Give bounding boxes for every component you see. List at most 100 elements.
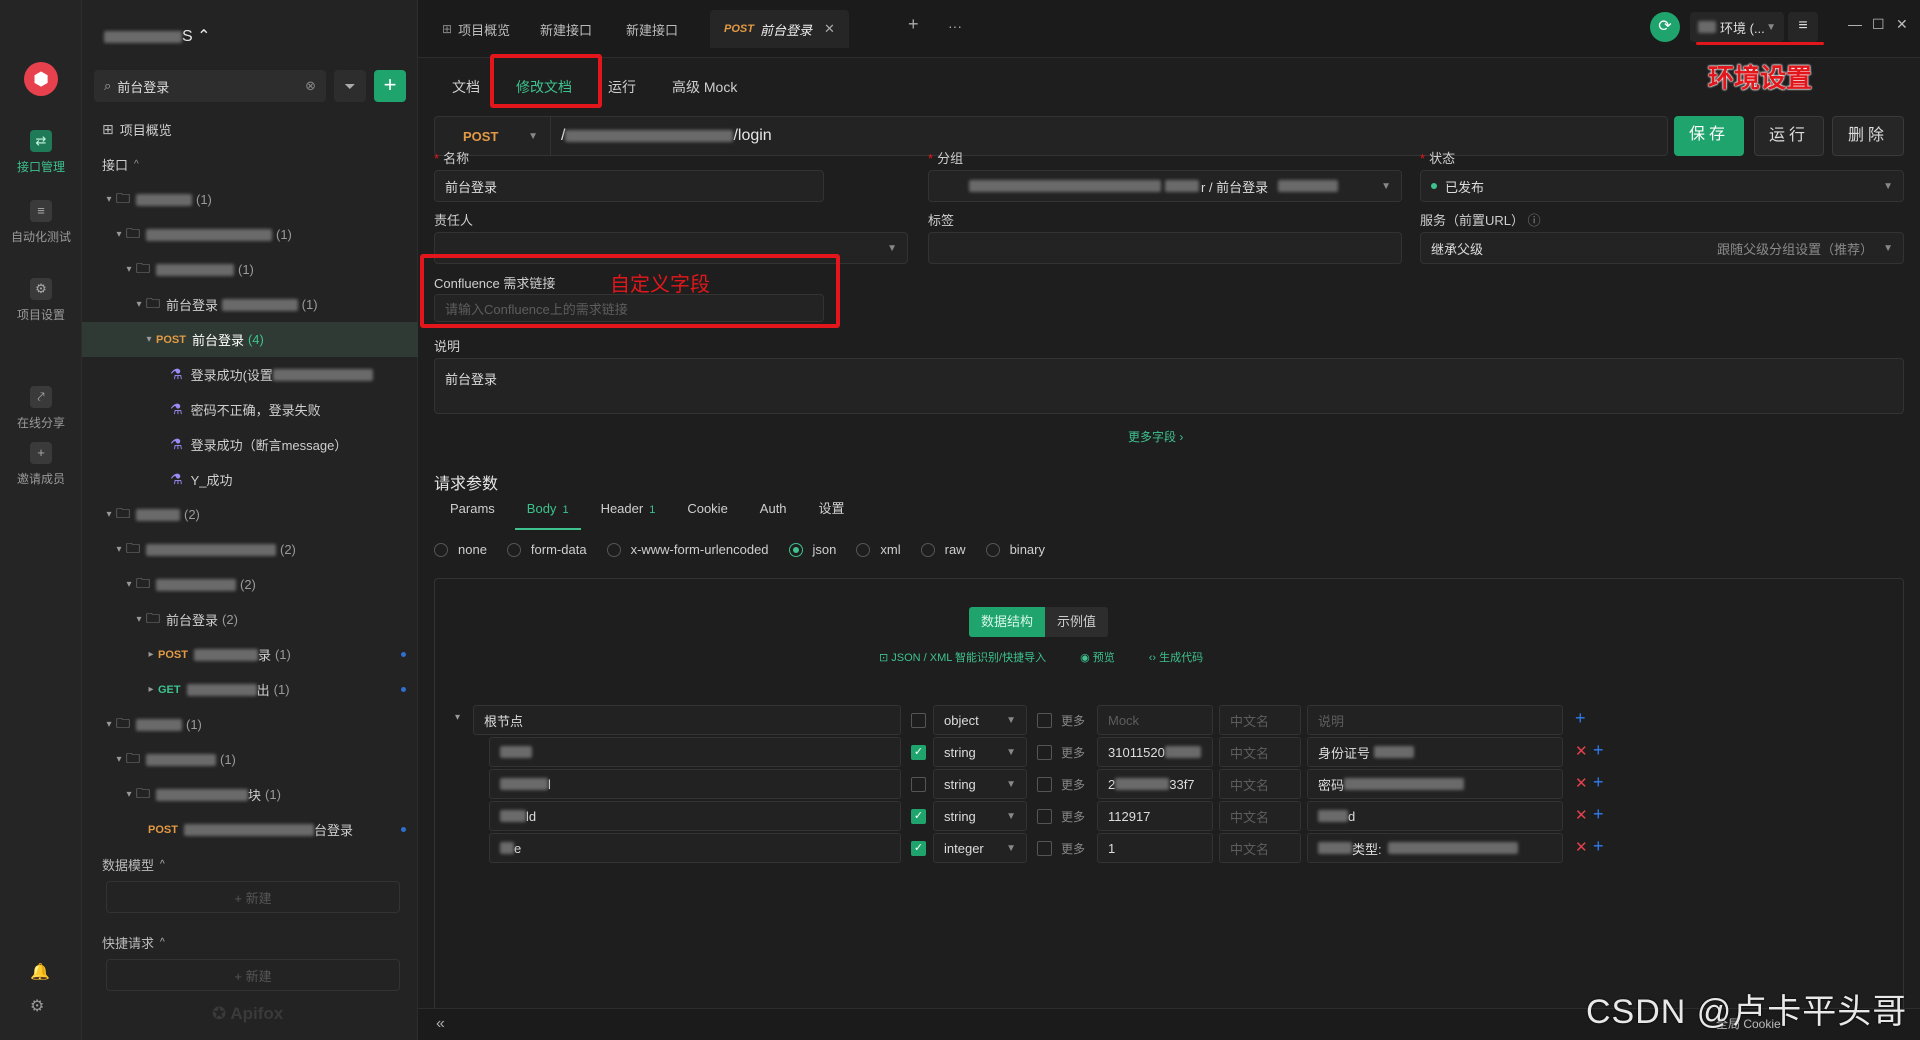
status-select[interactable]: 已发布 ▼ <box>1420 170 1904 202</box>
service-select[interactable]: 继承父级 跟随父级分组设置（推荐） ▼ <box>1420 232 1904 264</box>
confluence-input[interactable]: 请输入Confluence上的需求链接 <box>434 294 824 322</box>
tags-input[interactable] <box>928 232 1402 264</box>
tree-folder[interactable]: ▾ 🗀 (2) <box>82 497 418 532</box>
tree-folder[interactable]: ▾ 🗀 (1) <box>82 182 418 217</box>
nullable-checkbox[interactable] <box>1037 745 1052 760</box>
field-name-input[interactable]: ld <box>489 801 901 831</box>
owner-select[interactable]: ▼ <box>434 232 908 264</box>
tab-header[interactable]: Header 1 <box>585 488 672 530</box>
desc-input[interactable]: d <box>1307 801 1563 831</box>
rail-item-invite[interactable]: + 邀请成员 <box>0 442 82 487</box>
rail-item-share[interactable]: ⤤ 在线分享 <box>0 386 82 431</box>
tab-new-api-2[interactable]: 新建接口 <box>612 10 692 48</box>
collapse-sidebar-icon[interactable]: « <box>436 1015 445 1033</box>
field-name-input[interactable]: l <box>489 769 901 799</box>
tree-item-case[interactable]: ⚗ Y_成功 <box>82 462 418 497</box>
tab-edit-doc[interactable]: 修改文档 <box>498 64 590 110</box>
save-button[interactable]: 保存 <box>1674 116 1744 156</box>
add-plus-icon[interactable]: + <box>1593 772 1604 793</box>
new-quick-request-button[interactable]: + 新建 <box>106 959 400 991</box>
type-select[interactable]: string ▼ <box>933 769 1027 799</box>
tree-folder[interactable]: ▾ 🗀 前台登录 (1) <box>82 287 418 322</box>
new-data-model-button[interactable]: + 新建 <box>106 881 400 913</box>
rail-item-settings[interactable]: ⚙ 项目设置 <box>0 278 82 323</box>
radio-urlencoded[interactable]: x-www-form-urlencoded <box>606 542 769 557</box>
rail-item-api[interactable]: ⇄ 接口管理 <box>0 130 82 175</box>
clear-icon[interactable]: ⊗ <box>305 78 316 94</box>
more-label[interactable]: 更多 <box>1061 712 1085 729</box>
tree-section-api[interactable]: 接口 ^ <box>82 147 418 182</box>
more-label[interactable]: 更多 <box>1061 808 1085 825</box>
more-label[interactable]: 更多 <box>1061 744 1085 761</box>
radio-none[interactable]: none <box>434 542 487 557</box>
section-data-model[interactable]: 数据模型 ^ <box>82 847 418 881</box>
add-child-plus-icon[interactable]: + <box>1575 708 1586 729</box>
field-name-input[interactable]: 根节点 <box>473 705 901 735</box>
codegen-tool[interactable]: ‹› 生成代码 <box>1149 649 1203 665</box>
group-select[interactable]: r / 前台登录 ▼ <box>928 170 1402 202</box>
mock-input[interactable]: Mock <box>1097 705 1213 735</box>
tree-folder[interactable]: ▾ 🗀 前台登录 (2) <box>82 602 418 637</box>
tree-folder[interactable]: ▾ 🗀 (1) <box>82 217 418 252</box>
bell-icon[interactable]: 🔔 <box>30 962 50 982</box>
required-checkbox[interactable]: ✓ <box>911 809 926 824</box>
mock-input[interactable]: 1 <box>1097 833 1213 863</box>
url-input[interactable]: //login <box>551 127 772 145</box>
delete-x-icon[interactable]: ✕ <box>1575 838 1588 856</box>
project-switcher[interactable]: S ⌃ <box>104 26 211 46</box>
tree-folder[interactable]: ▾ 🗀 (1) <box>82 707 418 742</box>
nullable-checkbox[interactable] <box>1037 841 1052 856</box>
add-button[interactable]: + <box>374 70 406 102</box>
nullable-checkbox[interactable] <box>1037 713 1052 728</box>
maximize-icon[interactable]: ☐ <box>1872 16 1885 33</box>
tab-doc[interactable]: 文档 <box>434 64 498 110</box>
tab-overview[interactable]: ⊞ 项目概览 <box>428 10 524 48</box>
preview-tool[interactable]: ◉ 预览 <box>1080 649 1115 665</box>
tree-item-endpoint[interactable]: ▸ GET 出 (1) <box>82 672 418 707</box>
tree-folder[interactable]: ▾ 🗀 (2) <box>82 532 418 567</box>
cn-name-input[interactable]: 中文名 <box>1219 769 1301 799</box>
tree-folder[interactable]: ▾ 🗀 (1) <box>82 252 418 287</box>
tab-post-login[interactable]: POST 前台登录 ✕ <box>710 10 849 48</box>
desc-input[interactable]: 身份证号 <box>1307 737 1563 767</box>
required-checkbox[interactable]: ✓ <box>911 841 926 856</box>
tree-item-endpoint[interactable]: POST 台登录 <box>82 812 418 847</box>
radio-binary[interactable]: binary <box>985 542 1045 557</box>
required-checkbox[interactable] <box>911 777 926 792</box>
search-input[interactable]: ⌕ 前台登录 ⊗ <box>94 70 326 102</box>
seg-example[interactable]: 示例值 <box>1045 607 1109 637</box>
tab-run[interactable]: 运行 <box>590 64 654 110</box>
run-button[interactable]: 运行 <box>1754 116 1824 156</box>
cn-name-input[interactable]: 中文名 <box>1219 833 1301 863</box>
add-plus-icon[interactable]: + <box>1593 836 1604 857</box>
tab-advanced-mock[interactable]: 高级 Mock <box>654 64 755 110</box>
mock-input[interactable]: 31011520 <box>1097 737 1213 767</box>
tab-params[interactable]: Params <box>434 488 511 530</box>
required-checkbox[interactable]: ✓ <box>911 745 926 760</box>
field-name-input[interactable]: e <box>489 833 901 863</box>
cn-name-input[interactable]: 中文名 <box>1219 737 1301 767</box>
desc-input[interactable]: 说明 <box>1307 705 1563 735</box>
mock-input[interactable]: 112917 <box>1097 801 1213 831</box>
cn-name-input[interactable]: 中文名 <box>1219 801 1301 831</box>
tree-item-case[interactable]: ⚗ 密码不正确，登录失败 <box>82 392 418 427</box>
field-name-input[interactable] <box>489 737 901 767</box>
new-tab-plus-icon[interactable]: + <box>908 14 919 35</box>
delete-x-icon[interactable]: ✕ <box>1575 742 1588 760</box>
window-close-icon[interactable]: ✕ <box>1896 16 1908 33</box>
delete-x-icon[interactable]: ✕ <box>1575 774 1588 792</box>
tree-item-case[interactable]: ⚗ 登录成功（断言message） <box>82 427 418 462</box>
tree-folder[interactable]: ▾ 🗀 块 (1) <box>82 777 418 812</box>
caret-down-icon[interactable]: ▾ <box>455 712 460 723</box>
type-select[interactable]: object ▼ <box>933 705 1027 735</box>
tree-item-endpoint-selected[interactable]: ▾ POST 前台登录 (4) <box>82 322 418 357</box>
tree-folder[interactable]: ▾ 🗀 (1) <box>82 742 418 777</box>
environment-menu-button[interactable]: ≡ <box>1788 12 1818 42</box>
desc-input[interactable]: 密码 <box>1307 769 1563 799</box>
mock-input[interactable]: 2 33f7 <box>1097 769 1213 799</box>
tab-body[interactable]: Body 1 <box>511 488 585 530</box>
nullable-checkbox[interactable] <box>1037 809 1052 824</box>
tab-cookie[interactable]: Cookie <box>671 488 743 530</box>
add-plus-icon[interactable]: + <box>1593 804 1604 825</box>
tab-auth[interactable]: Auth <box>744 488 803 530</box>
